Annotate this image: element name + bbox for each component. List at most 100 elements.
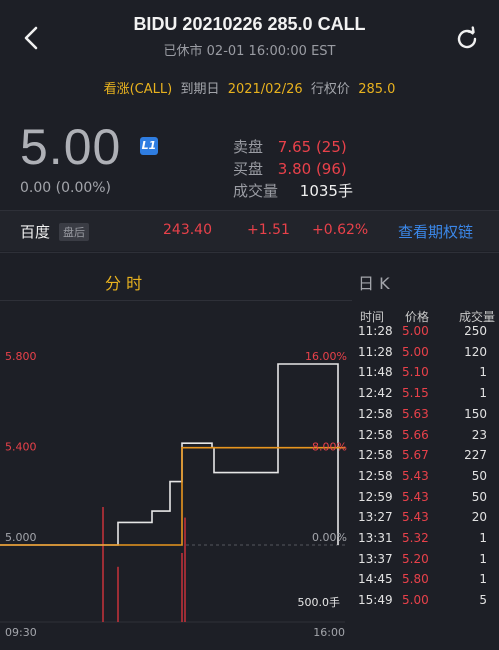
trade-volume: 150 <box>464 406 487 421</box>
volume-scale-label: 500.0手 <box>298 595 341 609</box>
trade-time: 13:31 <box>358 531 393 545</box>
trade-volume: 5 <box>479 593 487 608</box>
trade-time: 12:58 <box>358 406 393 421</box>
trade-volume: 250 <box>464 324 487 338</box>
y-tick-left: 5.000 <box>5 531 37 544</box>
table-row: 11:28 5.00 120 <box>352 345 499 365</box>
trade-volume: 1 <box>479 572 487 587</box>
price-line <box>0 363 339 546</box>
x-tick-start: 09:30 <box>5 626 37 639</box>
trade-volume: 1 <box>479 531 487 545</box>
trade-price: 5.67 <box>402 448 429 463</box>
underlying-row[interactable]: 百度 盘后 243.40 +1.51 +0.62% 查看期权链 <box>0 211 499 251</box>
bid-value: 3.80 (96) <box>277 160 347 178</box>
ask-label: 卖盘 <box>233 138 264 156</box>
trade-time: 12:58 <box>358 468 393 483</box>
y-tick-right: 16.00% <box>305 350 347 363</box>
option-type: 看涨(CALL) <box>103 82 173 97</box>
trade-time: 13:37 <box>358 551 393 566</box>
header-volume: 成交量 <box>458 310 495 324</box>
trade-volume: 1 <box>479 386 487 401</box>
trade-price: 5.43 <box>402 510 429 525</box>
last-price: 5.00 <box>20 119 122 175</box>
table-row: 12:59 5.43 50 <box>352 490 499 510</box>
trade-price: 5.10 <box>402 365 429 380</box>
expiry-date: 2021/02/26 <box>227 82 303 97</box>
average-line <box>0 446 345 546</box>
volume-value: 1035手 <box>299 182 353 200</box>
expiry-label: 到期日 <box>180 82 220 97</box>
trade-time: 11:28 <box>358 324 393 338</box>
table-row: 12:58 5.66 23 <box>352 428 499 448</box>
table-row: 13:37 5.20 1 <box>352 552 499 572</box>
volume-row: 成交量 1035手 <box>233 180 353 201</box>
table-row: 12:58 5.63 150 <box>352 407 499 427</box>
tab-intraday[interactable]: 分 时 <box>105 270 142 294</box>
underlying-change: +1.51 <box>247 222 290 238</box>
page-title: BIDU 20210226 285.0 CALL <box>133 14 366 34</box>
trade-volume: 20 <box>471 510 487 525</box>
trade-time: 12:59 <box>358 489 393 504</box>
trade-price: 5.66 <box>402 427 429 442</box>
contract-meta: 看涨(CALL) 到期日 2021/02/26 行权价 285.0 <box>0 78 499 97</box>
trade-volume: 227 <box>464 448 487 463</box>
trade-volume: 1 <box>479 365 487 380</box>
bid-label: 买盘 <box>233 160 264 178</box>
trade-volume: 1 <box>479 551 487 566</box>
table-row: 11:48 5.10 1 <box>352 365 499 385</box>
table-row: 11:28 5.00 250 <box>352 324 499 344</box>
trade-time: 12:42 <box>358 386 393 401</box>
trade-price: 5.00 <box>402 593 429 608</box>
header-price: 价格 <box>405 310 430 324</box>
x-tick-end: 16:00 <box>313 626 345 639</box>
trade-time: 15:49 <box>358 593 393 608</box>
table-row: 12:58 5.43 50 <box>352 469 499 489</box>
trade-time: 11:48 <box>358 365 393 380</box>
underlying-price: 243.40 <box>163 222 212 238</box>
trade-volume: 23 <box>471 427 487 442</box>
strike-label: 行权价 <box>310 82 350 97</box>
divider <box>0 252 499 253</box>
trade-time: 12:58 <box>358 427 393 442</box>
trade-time: 12:58 <box>358 448 393 463</box>
level-badge[interactable]: L1 <box>140 137 158 155</box>
trade-time: 14:45 <box>358 572 393 587</box>
intraday-chart[interactable]: 5.800 5.400 5.000 16.00% 8.00% 0.00% 09:30 16:0… <box>0 300 352 645</box>
trade-price: 5.43 <box>402 468 429 483</box>
underlying-name: 百度 <box>20 223 51 241</box>
trade-time: 11:28 <box>358 344 393 359</box>
y-tick-right: 0.00% <box>312 531 347 544</box>
table-row: 12:58 5.67 227 <box>352 448 499 468</box>
y-tick-right: 8.00% <box>312 441 347 454</box>
bid-row: 买盘 3.80 (96) <box>233 158 347 179</box>
table-row: 14:45 5.80 1 <box>352 572 499 592</box>
table-row: 13:27 5.43 20 <box>352 510 499 530</box>
refresh-icon[interactable] <box>454 26 480 52</box>
header-time: 时间 <box>360 310 385 324</box>
option-chain-link[interactable]: 查看期权链 <box>398 221 473 242</box>
table-row: 15:49 5.00 5 <box>352 593 499 613</box>
strike-price: 285.0 <box>358 82 396 97</box>
trade-price: 5.80 <box>402 572 429 587</box>
volume-label: 成交量 <box>233 182 279 200</box>
y-tick-left: 5.800 <box>5 350 37 363</box>
trade-price: 5.00 <box>402 344 429 359</box>
trade-price: 5.15 <box>402 386 429 401</box>
trade-price: 5.32 <box>402 531 429 545</box>
top-bar: BIDU 20210226 285.0 CALL 已休市 02-01 16:00… <box>0 0 499 70</box>
trade-price: 5.20 <box>402 551 429 566</box>
y-tick-left: 5.400 <box>5 441 37 454</box>
price-change: 0.00 (0.00%) <box>20 180 112 196</box>
session-badge: 盘后 <box>59 223 89 241</box>
underlying-change-pct: +0.62% <box>312 222 369 238</box>
trade-volume: 50 <box>471 489 487 504</box>
chart-tabs: 分 时 日 K <box>0 262 499 298</box>
table-row: 13:31 5.32 1 <box>352 531 499 551</box>
trade-volume: 50 <box>471 468 487 483</box>
ask-row: 卖盘 7.65 (25) <box>233 136 347 157</box>
trade-price: 5.43 <box>402 489 429 504</box>
trade-list: 时间 价格 成交量 11:28 5.00 250 11:28 5.00 120 11:48 5… <box>352 300 499 645</box>
trade-price: 5.00 <box>402 324 429 338</box>
tab-daily-k[interactable]: 日 K <box>358 270 390 294</box>
trade-volume: 120 <box>464 344 487 359</box>
